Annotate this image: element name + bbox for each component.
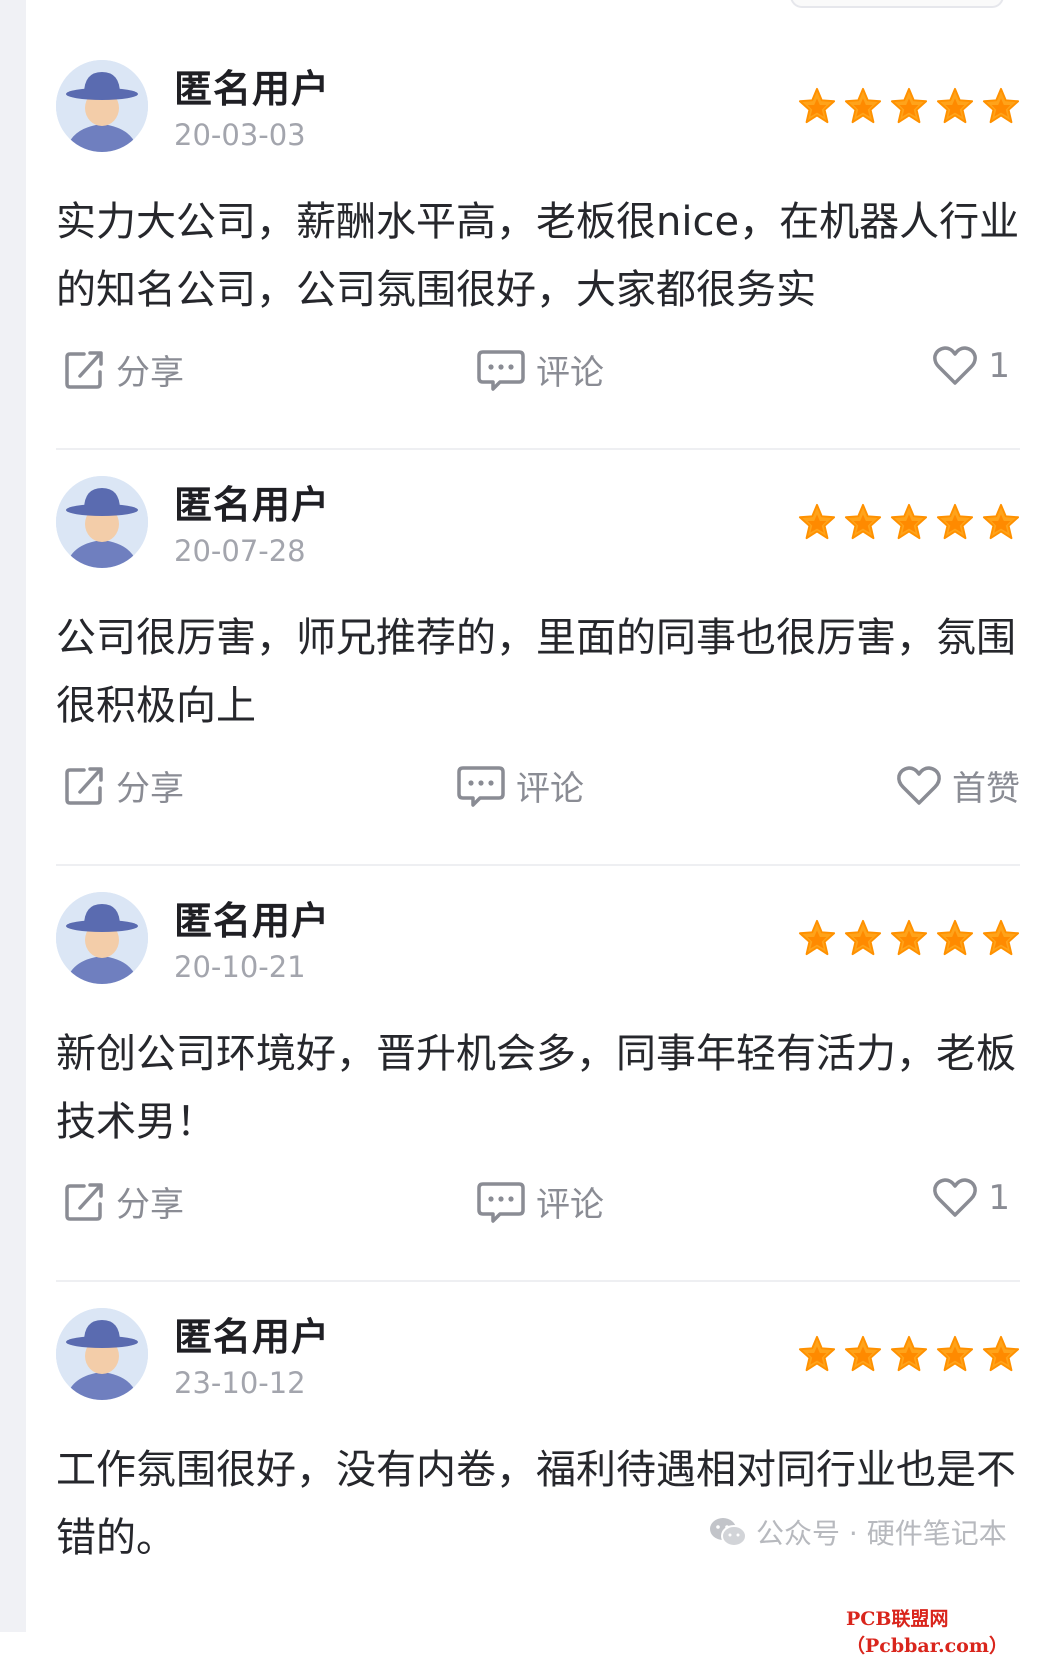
star-icon [798, 503, 836, 540]
avatar [56, 1308, 148, 1400]
star-icon [982, 87, 1020, 124]
star-icon [798, 1335, 836, 1372]
star-rating [798, 87, 1020, 125]
review-actions: 分享 评论 首赞 [56, 761, 1020, 811]
review-text: 实力大公司，薪酬水平高，老板很nice，在机器人行业的知名公司，公司氛围很好，大… [56, 199, 1020, 313]
avatar [56, 60, 148, 152]
divider [56, 448, 1020, 450]
anonymous-avatar-icon [56, 1308, 148, 1400]
share-label: 分享 [116, 769, 184, 809]
share-icon [65, 1182, 103, 1221]
site-watermark: PCB联盟网（Pcbbar.com） [846, 1608, 1008, 1657]
star-icon [936, 919, 974, 956]
anonymous-avatar-icon [56, 476, 148, 568]
avatar [56, 892, 148, 984]
comment-label: 评论 [536, 1185, 604, 1225]
user-name: 匿名用户 [174, 1315, 331, 1359]
comment-icon [477, 349, 525, 391]
star-icon [890, 503, 928, 540]
anonymous-avatar-icon [56, 60, 148, 152]
star-icon [982, 1335, 1020, 1372]
star-rating [798, 919, 1020, 957]
star-icon [982, 503, 1020, 540]
star-icon [936, 503, 974, 540]
star-rating [798, 503, 1020, 541]
left-edge-strip [0, 0, 26, 1632]
comment-icon [457, 765, 505, 807]
star-icon [844, 87, 882, 124]
watermark: 公众号 · 硬件笔记本 [708, 1512, 1007, 1552]
review-date: 20-03-03 [174, 118, 306, 152]
comment-button[interactable]: 评论 [476, 1177, 604, 1226]
share-icon [65, 350, 103, 389]
user-name: 匿名用户 [174, 67, 331, 111]
share-button[interactable]: 分享 [62, 1177, 184, 1226]
wechat-icon [710, 1518, 747, 1547]
like-button[interactable]: 首赞 [896, 761, 1020, 810]
star-icon [982, 919, 1020, 956]
user-name: 匿名用户 [174, 483, 331, 527]
share-label: 分享 [116, 1185, 184, 1225]
share-button[interactable]: 分享 [62, 345, 184, 394]
heart-icon [897, 765, 941, 805]
user-name: 匿名用户 [174, 899, 331, 943]
review-date: 20-07-28 [174, 534, 306, 568]
like-button[interactable]: 1 [932, 345, 1010, 387]
comment-button[interactable]: 评论 [456, 761, 584, 810]
star-rating [798, 1335, 1020, 1373]
comment-label: 评论 [536, 353, 604, 393]
share-label: 分享 [116, 353, 184, 393]
star-icon [844, 503, 882, 540]
like-count: 1 [988, 1178, 1010, 1218]
top-pill-fragment [790, 0, 1004, 8]
like-label: 首赞 [952, 769, 1020, 809]
like-button[interactable]: 1 [932, 1177, 1010, 1219]
star-icon [890, 1335, 928, 1372]
review-date: 20-10-21 [174, 950, 306, 984]
star-icon [844, 1335, 882, 1372]
share-button[interactable]: 分享 [62, 761, 184, 810]
anonymous-avatar-icon [56, 892, 148, 984]
divider [56, 864, 1020, 866]
star-icon [890, 919, 928, 956]
star-icon [936, 1335, 974, 1372]
star-icon [936, 87, 974, 124]
review-actions: 分享 评论 1 [56, 345, 1020, 395]
review-actions: 分享 评论 1 [56, 1177, 1020, 1227]
star-icon [798, 87, 836, 124]
comment-button[interactable]: 评论 [476, 345, 604, 394]
heart-icon [933, 346, 978, 385]
review-text: 新创公司环境好，晋升机会多，同事年轻有活力，老板技术男！ [56, 1031, 1016, 1145]
share-icon [65, 766, 103, 805]
star-icon [890, 87, 928, 124]
star-icon [844, 919, 882, 956]
heart-icon [933, 1178, 978, 1217]
review-date: 23-10-12 [174, 1366, 306, 1400]
avatar [56, 476, 148, 568]
watermark-text: 公众号 · 硬件笔记本 [756, 1517, 1007, 1550]
comment-label: 评论 [516, 769, 584, 809]
comment-icon [477, 1181, 525, 1223]
like-count: 1 [988, 346, 1010, 386]
divider [56, 1280, 1020, 1282]
star-icon [798, 919, 836, 956]
review-text: 公司很厉害，师兄推荐的，里面的同事也很厉害，氛围很积极向上 [56, 615, 1016, 729]
